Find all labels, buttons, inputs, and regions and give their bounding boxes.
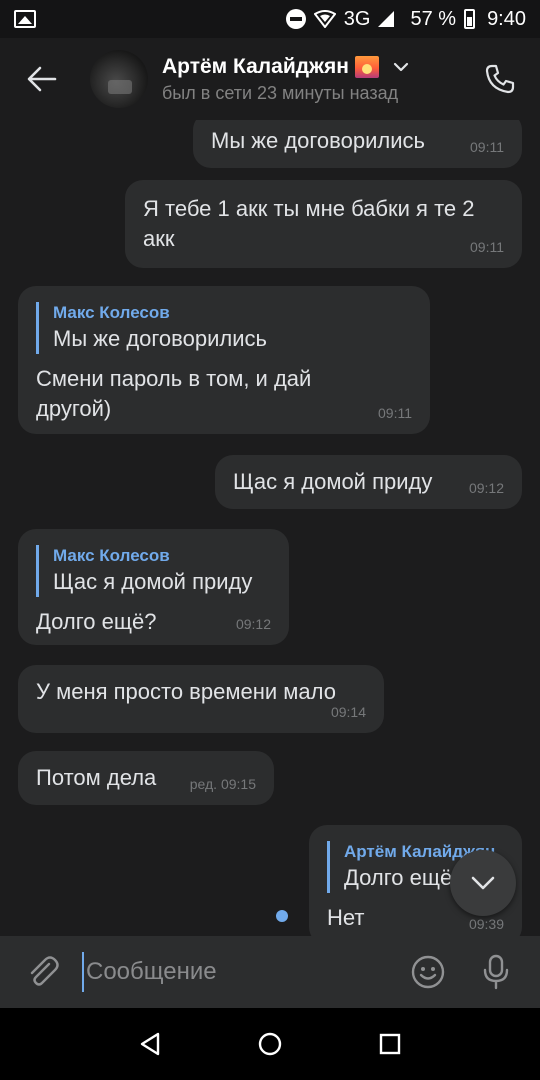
chevron-down-icon[interactable] (389, 55, 413, 79)
nav-recents-icon (379, 1033, 401, 1055)
back-arrow-icon (27, 66, 57, 92)
nav-back-icon (140, 1032, 160, 1056)
reply-author: Макс Колесов (53, 546, 170, 565)
contact-status: был в сети 23 минуты назад (162, 82, 399, 103)
image-icon (14, 10, 36, 28)
message-time: 09:11 (470, 239, 504, 255)
nav-back-button[interactable] (130, 1024, 170, 1064)
message-bubble[interactable]: Я тебе 1 акк ты мне бабки я те 2 акк 09:… (125, 180, 522, 268)
message-text: Нет (327, 905, 365, 930)
reply-author: Макс Колесов (53, 303, 170, 322)
reply-quote[interactable]: Макс Колесов Мы же договорились (36, 302, 412, 354)
message-text: У меня просто времени мало (36, 679, 336, 704)
message-input[interactable] (86, 958, 386, 986)
voice-message-button[interactable] (474, 950, 518, 994)
phone-icon (485, 64, 515, 94)
reply-text: Щас я домой приду (53, 569, 253, 594)
battery-percent: 57 % (410, 7, 457, 30)
message-time: 09:12 (468, 480, 504, 496)
message-list[interactable]: Мы же договорились 09:11 Я тебе 1 акк ты… (0, 120, 540, 936)
unread-indicator (276, 910, 288, 922)
message-input-wrapper (82, 952, 386, 992)
message-bubble[interactable]: Макс Колесов Щас я домой приду Долго ещё… (18, 529, 289, 645)
contact-info[interactable]: Артём Калайджян был в сети 23 минуты наз… (162, 55, 413, 104)
message-bubble[interactable]: Потом дела ред. 09:15 (18, 751, 274, 805)
message-composer (0, 936, 540, 1008)
chevron-down-icon (471, 876, 495, 890)
signal-icon (378, 11, 395, 27)
status-bar: 3G 57 % 9:40 (0, 0, 540, 38)
scroll-to-bottom-button[interactable] (450, 850, 516, 916)
reply-text: Мы же договорились (53, 326, 267, 351)
contact-name: Артём Калайджян (162, 54, 349, 78)
message-text: Я тебе 1 акк ты мне бабки я те 2 акк (143, 196, 475, 251)
battery-icon (464, 9, 476, 29)
mic-icon (483, 954, 509, 990)
avatar[interactable] (90, 50, 148, 108)
nav-recents-button[interactable] (370, 1024, 410, 1064)
message-text: Потом дела (36, 765, 157, 790)
message-time: 09:11 (378, 405, 412, 421)
message-bubble[interactable]: Макс Колесов Мы же договорились Смени па… (18, 286, 430, 434)
message-bubble[interactable]: У меня просто времени мало 09:14 (18, 665, 384, 733)
emoji-icon (411, 955, 445, 989)
reply-quote[interactable]: Макс Колесов Щас я домой приду (36, 545, 271, 597)
nav-home-button[interactable] (250, 1024, 290, 1064)
message-time: 09:11 (470, 139, 504, 155)
paperclip-icon (30, 956, 59, 986)
message-time: 09:12 (235, 616, 271, 632)
network-type: 3G (343, 7, 371, 30)
back-button[interactable] (14, 51, 70, 107)
message-time: 09:14 (330, 704, 366, 720)
vpn-icon (313, 10, 337, 29)
message-bubble[interactable]: Щас я домой приду 09:12 (215, 455, 522, 509)
message-text: Мы же договорились (211, 128, 425, 153)
sunset-emoji-icon (354, 55, 379, 78)
clock: 9:40 (487, 7, 526, 30)
message-text: Долго ещё? (36, 609, 157, 634)
system-nav-bar (0, 1008, 540, 1080)
message-text: Смени пароль в том, и дай другой) (36, 366, 312, 421)
message-text: Щас я домой приду (233, 469, 433, 494)
message-time: ред. 09:15 (189, 776, 256, 792)
attach-button[interactable] (18, 947, 68, 997)
call-button[interactable] (480, 59, 520, 99)
chat-header: Артём Калайджян был в сети 23 минуты наз… (0, 38, 540, 120)
message-bubble[interactable]: Мы же договорились 09:11 (193, 120, 522, 168)
nav-home-icon (258, 1032, 282, 1056)
dnd-icon (285, 9, 306, 29)
emoji-button[interactable] (406, 950, 450, 994)
